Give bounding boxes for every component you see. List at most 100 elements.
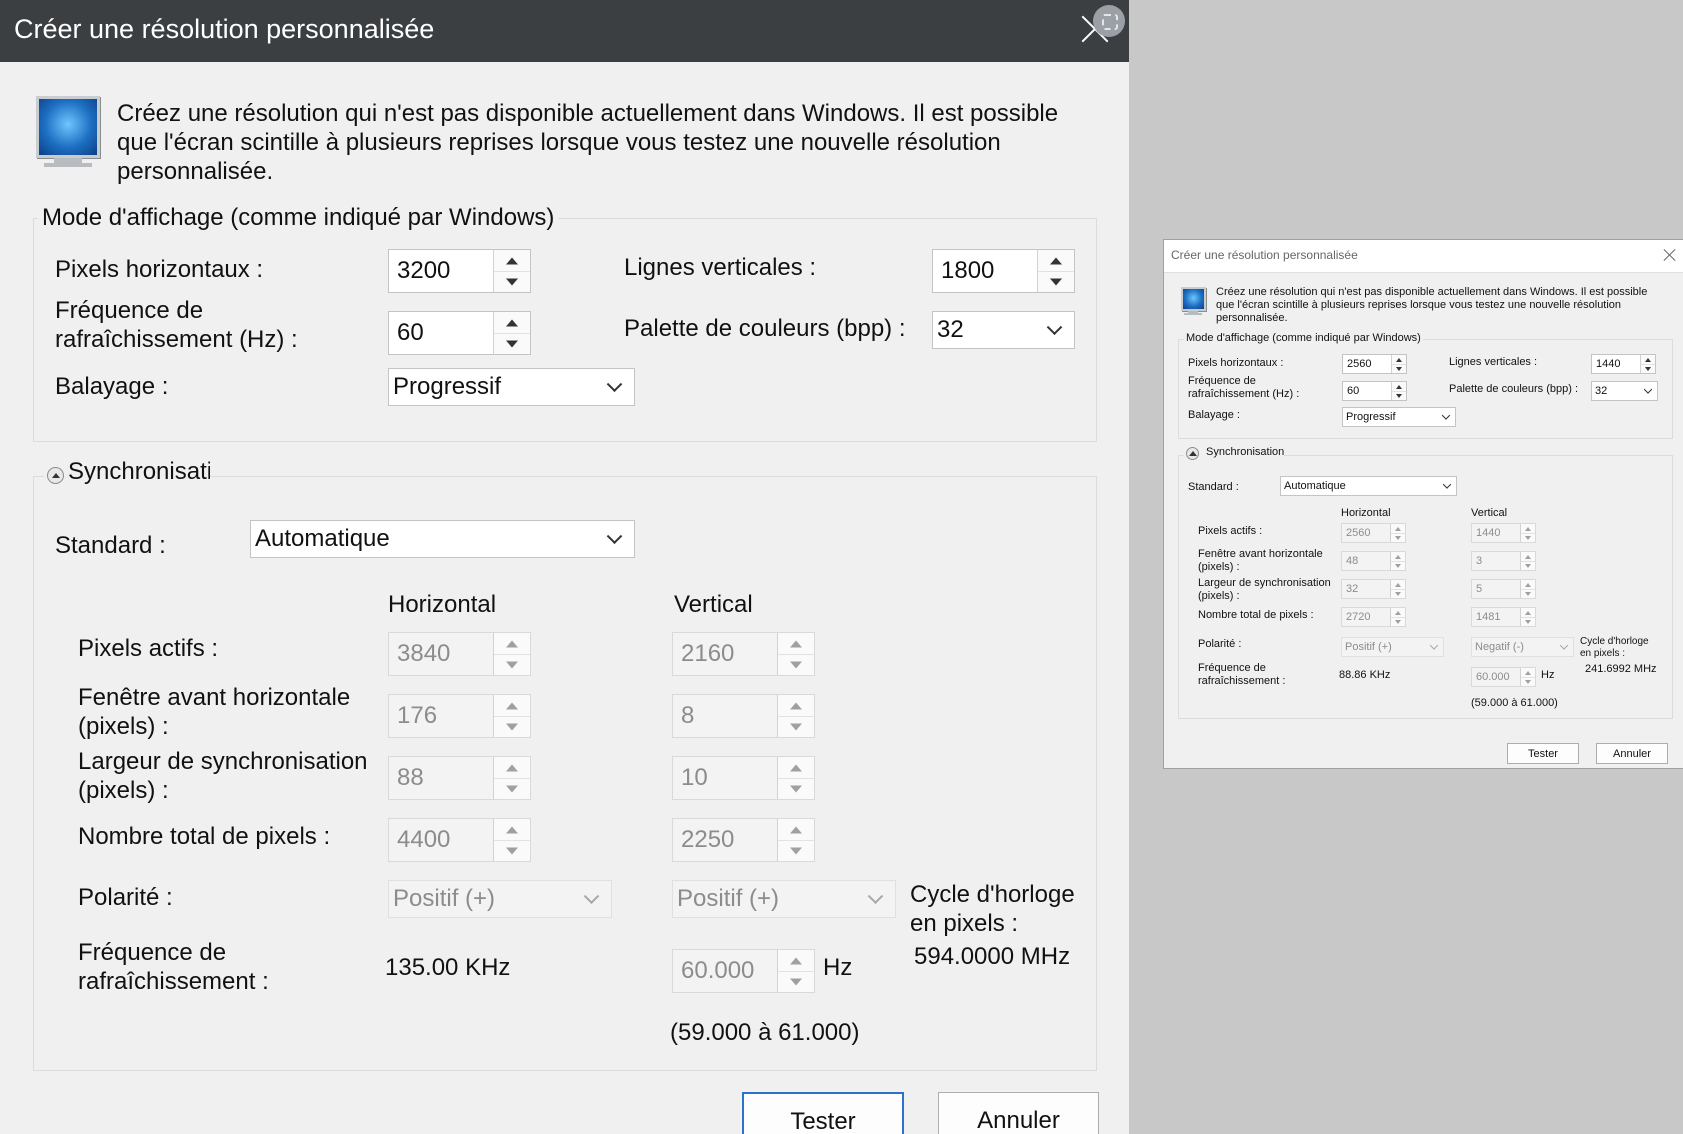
spin-down-icon[interactable] bbox=[778, 654, 814, 675]
spin-down-icon[interactable] bbox=[1391, 589, 1405, 598]
polarity-v-value: Positif (+) bbox=[677, 885, 780, 912]
spin-up-icon[interactable] bbox=[778, 950, 814, 972]
spin-down-icon[interactable] bbox=[1521, 561, 1535, 570]
spin-up-icon[interactable] bbox=[494, 695, 530, 717]
chevron-down-icon bbox=[1643, 385, 1653, 394]
refresh-rate-spinner[interactable]: 60 bbox=[1342, 381, 1407, 401]
spin-down-icon[interactable] bbox=[778, 716, 814, 737]
spin-down-icon[interactable] bbox=[1521, 617, 1535, 626]
spin-down-icon[interactable] bbox=[778, 840, 814, 861]
total-pixels-label: Nombre total de pixels : bbox=[78, 823, 331, 850]
active-pixels-v-spinner[interactable]: 2160 bbox=[672, 632, 815, 676]
sync-width-h-spinner[interactable]: 88 bbox=[388, 756, 531, 800]
spin-up-icon[interactable] bbox=[1038, 250, 1074, 272]
spin-up-icon[interactable] bbox=[494, 312, 530, 334]
active-pixels-v-spinner[interactable]: 1440 bbox=[1471, 523, 1536, 543]
scan-select[interactable]: Progressif bbox=[1342, 407, 1456, 427]
collapse-icon[interactable] bbox=[1186, 447, 1199, 460]
sync-width-v-spinner[interactable]: 10 bbox=[672, 756, 815, 800]
spin-down-icon[interactable] bbox=[494, 333, 530, 354]
test-button[interactable]: Tester bbox=[1507, 743, 1579, 764]
refresh-rate-value: 60 bbox=[397, 319, 424, 346]
scan-select[interactable]: Progressif bbox=[388, 368, 635, 406]
test-button[interactable]: Tester bbox=[742, 1092, 904, 1134]
spin-up-icon[interactable] bbox=[494, 250, 530, 272]
polarity-h-value: Positif (+) bbox=[393, 885, 496, 912]
active-pixels-h-spinner[interactable]: 3840 bbox=[388, 632, 531, 676]
polarity-label: Polarité : bbox=[1198, 638, 1242, 650]
pixels-horizontal-value: 2560 bbox=[1347, 358, 1372, 370]
lines-vertical-label: Lignes verticales : bbox=[624, 254, 817, 281]
spin-down-icon[interactable] bbox=[1392, 364, 1406, 373]
close-icon[interactable] bbox=[1663, 248, 1677, 262]
spin-down-icon[interactable] bbox=[494, 654, 530, 675]
spin-up-icon[interactable] bbox=[494, 819, 530, 841]
vertical-refresh-spinner[interactable]: 60.000 bbox=[1471, 667, 1536, 687]
standard-select[interactable]: Automatique bbox=[250, 520, 635, 558]
polarity-v-select[interactable]: Positif (+) bbox=[672, 880, 896, 918]
front-porch-h-value: 48 bbox=[1346, 555, 1359, 567]
scan-value: Progressif bbox=[1346, 411, 1396, 423]
sync-width-h-spinner[interactable]: 32 bbox=[1341, 579, 1406, 599]
front-porch-v-spinner[interactable]: 8 bbox=[672, 694, 815, 738]
intro-text: Créez une résolution qui n'est pas dispo… bbox=[1216, 286, 1648, 324]
pixels-horizontal-label: Pixels horizontaux : bbox=[55, 256, 264, 283]
vertical-refresh-spinner[interactable]: 60.000 bbox=[672, 949, 815, 993]
total-pixels-v-spinner[interactable]: 1481 bbox=[1471, 607, 1536, 627]
front-porch-v-spinner[interactable]: 3 bbox=[1471, 551, 1536, 571]
spin-down-icon[interactable] bbox=[494, 778, 530, 799]
polarity-h-select[interactable]: Positif (+) bbox=[388, 880, 612, 918]
spin-up-icon[interactable] bbox=[778, 695, 814, 717]
spin-down-icon[interactable] bbox=[778, 778, 814, 799]
spin-down-icon[interactable] bbox=[1641, 364, 1655, 373]
spin-up-icon[interactable] bbox=[778, 757, 814, 779]
spin-up-icon[interactable] bbox=[494, 633, 530, 655]
polarity-h-select[interactable]: Positif (+) bbox=[1341, 637, 1444, 657]
lines-vertical-spinner[interactable]: 1800 bbox=[932, 249, 1075, 293]
chevron-down-icon bbox=[606, 528, 623, 545]
color-palette-select[interactable]: 32 bbox=[1591, 381, 1658, 401]
screen-capture-icon[interactable] bbox=[1093, 5, 1125, 37]
active-pixels-h-spinner[interactable]: 2560 bbox=[1341, 523, 1406, 543]
sync-width-v-spinner[interactable]: 5 bbox=[1471, 579, 1536, 599]
spin-up-icon[interactable] bbox=[778, 633, 814, 655]
spin-up-icon[interactable] bbox=[778, 819, 814, 841]
spin-down-icon[interactable] bbox=[494, 271, 530, 292]
color-palette-label: Palette de couleurs (bpp) : bbox=[624, 315, 906, 342]
front-porch-h-spinner[interactable]: 48 bbox=[1341, 551, 1406, 571]
total-pixels-v-spinner[interactable]: 2250 bbox=[672, 818, 815, 862]
vertical-refresh-value: 60.000 bbox=[681, 957, 755, 984]
color-palette-select[interactable]: 32 bbox=[932, 311, 1075, 349]
front-porch-h-spinner[interactable]: 176 bbox=[388, 694, 531, 738]
pixel-clock-value: 594.0000 MHz bbox=[914, 943, 1071, 970]
cancel-button[interactable]: Annuler bbox=[938, 1092, 1099, 1134]
spin-down-icon[interactable] bbox=[1392, 391, 1406, 400]
spin-down-icon[interactable] bbox=[1521, 677, 1535, 686]
title-bar: Créer une résolution personnalisée bbox=[1164, 240, 1683, 273]
collapse-icon[interactable] bbox=[47, 467, 64, 484]
total-pixels-h-spinner[interactable]: 4400 bbox=[388, 818, 531, 862]
polarity-v-select[interactable]: Negatif (-) bbox=[1471, 637, 1574, 657]
pixels-horizontal-spinner[interactable]: 3200 bbox=[388, 249, 531, 293]
pixels-horizontal-label: Pixels horizontaux : bbox=[1188, 357, 1284, 369]
spin-down-icon[interactable] bbox=[1391, 617, 1405, 626]
scan-label: Balayage : bbox=[1188, 409, 1240, 421]
spin-down-icon[interactable] bbox=[1038, 271, 1074, 292]
custom-resolution-dialog: Créer une résolution personnalisée Créez… bbox=[0, 0, 1129, 1134]
spin-down-icon[interactable] bbox=[778, 971, 814, 992]
front-porch-label: Fenêtre avant horizontale (pixels) : bbox=[78, 684, 351, 740]
spin-down-icon[interactable] bbox=[1391, 561, 1405, 570]
lines-vertical-spinner[interactable]: 1440 bbox=[1591, 354, 1656, 374]
cancel-button[interactable]: Annuler bbox=[1596, 743, 1668, 764]
total-pixels-h-spinner[interactable]: 2720 bbox=[1341, 607, 1406, 627]
spin-down-icon[interactable] bbox=[494, 716, 530, 737]
spin-up-icon[interactable] bbox=[494, 757, 530, 779]
standard-select[interactable]: Automatique bbox=[1280, 476, 1457, 496]
active-pixels-label: Pixels actifs : bbox=[78, 635, 219, 662]
spin-down-icon[interactable] bbox=[1521, 589, 1535, 598]
spin-down-icon[interactable] bbox=[1391, 533, 1405, 542]
spin-down-icon[interactable] bbox=[1521, 533, 1535, 542]
spin-down-icon[interactable] bbox=[494, 840, 530, 861]
refresh-rate-spinner[interactable]: 60 bbox=[388, 311, 531, 355]
pixels-horizontal-spinner[interactable]: 2560 bbox=[1342, 354, 1407, 374]
